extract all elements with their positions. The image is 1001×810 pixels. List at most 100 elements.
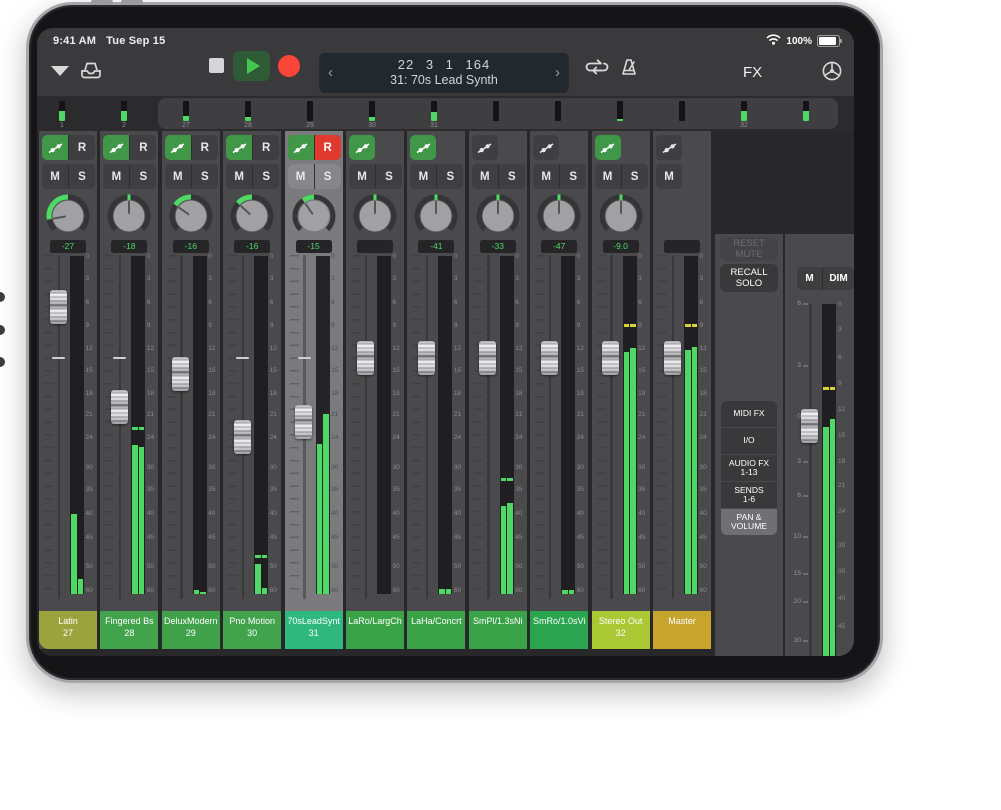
track-name-label[interactable]: LaRo/LargCh — [346, 611, 404, 649]
track-name-label[interactable]: SmPl/1.3sNi — [469, 611, 527, 649]
tab-sends[interactable]: SENDS1-6 — [721, 482, 777, 508]
pan-knob[interactable] — [45, 193, 91, 244]
metronome-icon[interactable] — [619, 57, 639, 82]
mute-button[interactable]: M — [472, 164, 498, 189]
carousel-dot[interactable] — [0, 357, 5, 367]
overview-track-meter[interactable] — [369, 101, 375, 121]
overview-track-meter[interactable] — [431, 101, 437, 121]
solo-button[interactable]: S — [437, 164, 463, 189]
mixer-overview-strip[interactable]: 12272829303132 — [37, 96, 854, 131]
pan-knob[interactable] — [168, 193, 214, 244]
mute-button[interactable]: M — [42, 164, 68, 189]
pan-knob[interactable] — [413, 193, 459, 244]
lcd-display[interactable]: ‹ › 22 3 1 164 31: 70s Lead Synth — [319, 53, 569, 93]
record-enable-button[interactable]: R — [253, 135, 279, 160]
fader-cap[interactable] — [541, 341, 558, 375]
record-enable-button[interactable]: R — [315, 135, 341, 160]
automation-button[interactable] — [288, 135, 314, 160]
solo-button[interactable]: S — [315, 164, 341, 189]
track-name-label[interactable]: Stereo Out32 — [592, 611, 650, 649]
record-button[interactable] — [278, 55, 300, 77]
overview-track-meter[interactable] — [741, 101, 747, 121]
overview-track-meter[interactable] — [617, 101, 623, 121]
solo-button[interactable]: S — [192, 164, 218, 189]
mute-button[interactable]: M — [165, 164, 191, 189]
tab-i-o[interactable]: I/O — [721, 428, 777, 454]
solo-button[interactable]: S — [499, 164, 525, 189]
recall-solo-button[interactable]: RECALL SOLO — [720, 264, 778, 292]
pan-knob[interactable] — [291, 193, 337, 244]
fader-cap[interactable] — [234, 420, 251, 454]
automation-button[interactable] — [595, 135, 621, 160]
track-name-label[interactable]: SmRo/1.0sVi — [530, 611, 588, 649]
mute-button[interactable]: M — [533, 164, 559, 189]
fader-cap[interactable] — [50, 290, 67, 324]
carousel-dot[interactable] — [0, 325, 5, 335]
fader-cap[interactable] — [602, 341, 619, 375]
fx-button[interactable]: FX — [743, 64, 762, 81]
media-tray-icon[interactable] — [79, 60, 103, 85]
mute-button[interactable]: M — [595, 164, 621, 189]
pan-knob[interactable] — [229, 193, 275, 244]
solo-button[interactable]: S — [253, 164, 279, 189]
tab-audio-fx[interactable]: AUDIO FX1-13 — [721, 455, 777, 481]
stop-button[interactable] — [209, 58, 224, 73]
pan-knob[interactable] — [106, 193, 152, 244]
fader-cap[interactable] — [295, 405, 312, 439]
automation-button[interactable] — [472, 135, 498, 160]
fader-cap[interactable] — [418, 341, 435, 375]
overview-track-meter[interactable] — [183, 101, 189, 121]
automation-button[interactable] — [226, 135, 252, 160]
chevron-down-icon[interactable] — [51, 66, 69, 76]
fader-cap[interactable] — [172, 357, 189, 391]
overview-track-meter[interactable] — [245, 101, 251, 121]
track-name-label[interactable]: DeluxModern29 — [162, 611, 220, 649]
master-mute-button[interactable]: M — [797, 267, 822, 290]
pan-knob[interactable] — [475, 193, 521, 244]
cycle-icon[interactable] — [585, 58, 609, 81]
fader-cap[interactable] — [479, 341, 496, 375]
overview-track-meter[interactable] — [493, 101, 499, 121]
automation-button[interactable] — [349, 135, 375, 160]
solo-button[interactable]: S — [69, 164, 95, 189]
mute-button[interactable]: M — [410, 164, 436, 189]
carousel-dot[interactable] — [0, 292, 5, 302]
master-dim-button[interactable]: DIM — [823, 267, 854, 290]
fader-cap[interactable] — [357, 341, 374, 375]
mute-button[interactable]: M — [656, 164, 682, 189]
pan-knob[interactable] — [536, 193, 582, 244]
automation-button[interactable] — [42, 135, 68, 160]
record-enable-button[interactable]: R — [130, 135, 156, 160]
play-button[interactable] — [233, 51, 270, 81]
track-name-label[interactable]: LaHa/Concrt — [407, 611, 465, 649]
pan-knob[interactable] — [598, 193, 644, 244]
fader-cap[interactable] — [664, 341, 681, 375]
overview-track-meter[interactable] — [803, 101, 809, 121]
solo-button[interactable]: S — [560, 164, 586, 189]
record-enable-button[interactable]: R — [69, 135, 95, 160]
automation-button[interactable] — [165, 135, 191, 160]
mute-button[interactable]: M — [349, 164, 375, 189]
tab-pan-[interactable]: PAN &VOLUME — [721, 509, 777, 535]
mute-button[interactable]: M — [288, 164, 314, 189]
overview-track-meter[interactable] — [121, 101, 127, 121]
track-name-label[interactable]: 70sLeadSynt31 — [285, 611, 343, 649]
pan-knob[interactable] — [352, 193, 398, 244]
tab-midi-fx[interactable]: MIDI FX — [721, 401, 777, 427]
overview-track-meter[interactable] — [59, 101, 65, 121]
automation-button[interactable] — [410, 135, 436, 160]
record-enable-button[interactable]: R — [192, 135, 218, 160]
automation-button[interactable] — [656, 135, 682, 160]
mute-button[interactable]: M — [103, 164, 129, 189]
fader-cap[interactable] — [111, 390, 128, 424]
mute-button[interactable]: M — [226, 164, 252, 189]
track-name-label[interactable]: Master — [653, 611, 711, 649]
automation-button[interactable] — [533, 135, 559, 160]
settings-icon[interactable] — [821, 60, 843, 87]
solo-button[interactable]: S — [622, 164, 648, 189]
reset-mute-button[interactable]: RESET MUTE — [720, 237, 778, 261]
automation-button[interactable] — [103, 135, 129, 160]
solo-button[interactable]: S — [376, 164, 402, 189]
track-name-label[interactable]: Pno Motion30 — [223, 611, 281, 649]
solo-button[interactable]: S — [130, 164, 156, 189]
